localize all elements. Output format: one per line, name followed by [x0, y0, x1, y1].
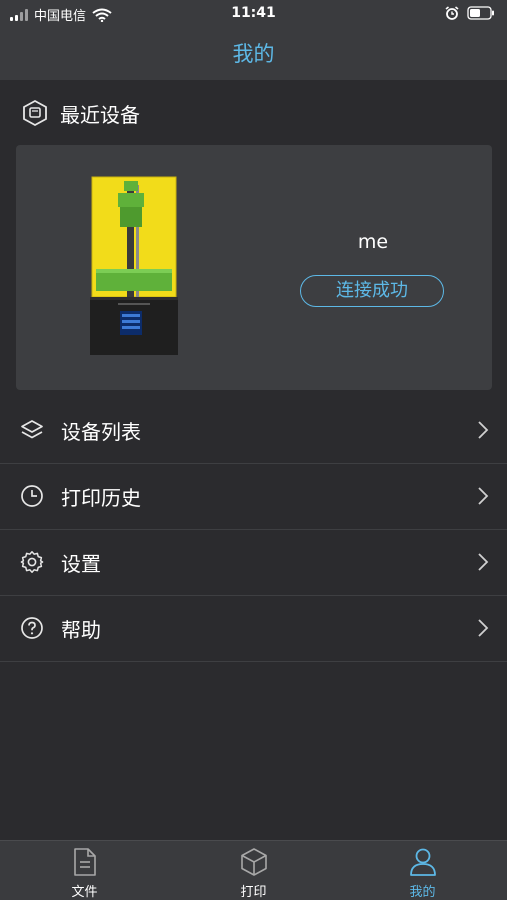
menu-item-label: 打印历史 [61, 486, 141, 510]
printer-image [90, 176, 178, 355]
tab-files[interactable]: 文件 [0, 841, 169, 900]
layers-icon [21, 420, 43, 439]
chevron-right-icon [478, 553, 489, 571]
menu-item-help[interactable]: 帮助 [0, 596, 507, 662]
chevron-right-icon [478, 421, 489, 439]
menu-item-label: 设置 [61, 552, 101, 576]
device-hex-icon [23, 99, 47, 127]
menu-item-print-history[interactable]: 打印历史 [0, 464, 507, 530]
menu-item-label: 帮助 [61, 618, 101, 642]
tab-print[interactable]: 打印 [169, 841, 338, 900]
person-icon [410, 848, 436, 876]
clock-icon [21, 485, 43, 507]
connection-status-badge: 连接成功 [300, 275, 444, 307]
tab-label: 文件 [71, 885, 98, 900]
help-circle-icon [21, 617, 43, 639]
menu-item-settings[interactable]: 设置 [0, 530, 507, 596]
document-icon [74, 848, 96, 876]
status-right [445, 6, 495, 20]
battery-icon [467, 6, 494, 20]
chevron-right-icon [478, 487, 489, 505]
nav-bar: 我的 [0, 28, 507, 80]
device-name: me [357, 231, 389, 253]
app-root: 中国电信 11:41 我的 最近设备 me 连接成功 设备列表 打印历史 设置 … [0, 0, 507, 900]
status-bar: 中国电信 11:41 [0, 0, 507, 28]
chevron-right-icon [478, 619, 489, 637]
cube-icon [241, 848, 267, 876]
status-time: 11:41 [231, 5, 276, 21]
page-title: 我的 [232, 42, 275, 66]
recent-devices-header: 最近设备 [22, 96, 140, 130]
alarm-icon [445, 6, 459, 20]
recent-devices-label: 最近设备 [60, 102, 140, 127]
tab-bar: 文件 打印 我的 [0, 840, 507, 900]
settings-menu: 设备列表 打印历史 设置 帮助 [0, 398, 507, 662]
tab-label: 打印 [240, 885, 267, 900]
menu-item-device-list[interactable]: 设备列表 [0, 398, 507, 464]
gear-icon [20, 551, 44, 573]
tab-mine[interactable]: 我的 [338, 841, 507, 900]
recent-device-card[interactable]: me 连接成功 [16, 145, 492, 390]
tab-label: 我的 [409, 885, 436, 900]
menu-item-label: 设备列表 [61, 420, 141, 444]
